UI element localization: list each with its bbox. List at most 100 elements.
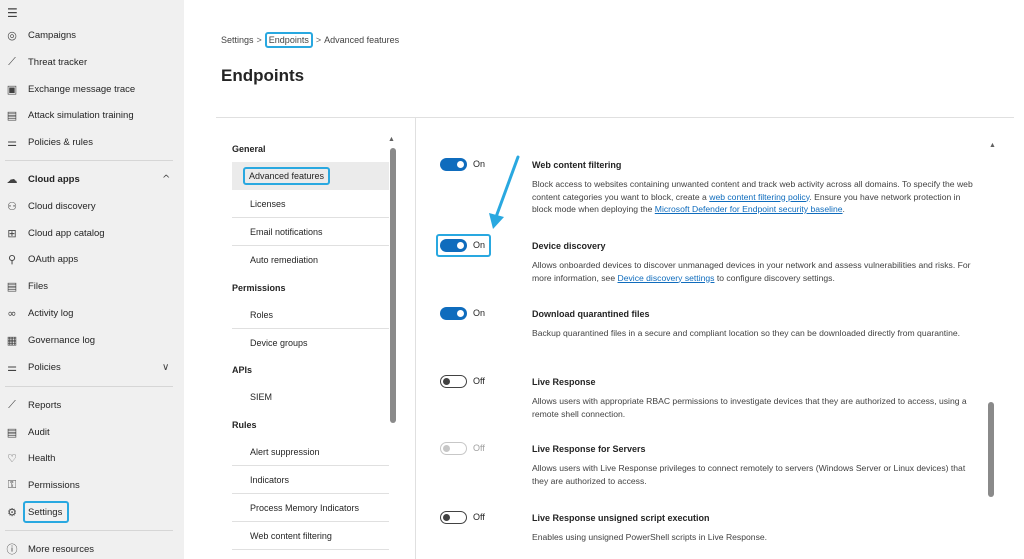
subnav-item-web-content-filtering[interactable]: Web content filtering xyxy=(232,522,389,550)
hamburger-icon[interactable]: ☰ xyxy=(7,6,18,20)
nav-item-label: Files xyxy=(28,280,49,292)
subnav-item-device-groups[interactable]: Device groups xyxy=(232,329,389,357)
nav-item-label: Policies & rules xyxy=(28,136,93,148)
subnav-item-label: Device groups xyxy=(250,338,308,348)
cloud-icon: ☁ xyxy=(6,172,18,186)
nav-item-policies-rules[interactable]: ⚌ Policies & rules xyxy=(0,132,184,152)
toggle-knob xyxy=(443,445,450,452)
subnav-item-process-memory-indicators[interactable]: Process Memory Indicators xyxy=(232,494,389,522)
download-quarantined-files-toggle[interactable] xyxy=(440,307,467,320)
desc-text: . xyxy=(842,204,845,214)
settings-highlight xyxy=(23,501,69,523)
feature-title: Device discovery xyxy=(532,241,606,251)
scroll-up-icon[interactable]: ▲ xyxy=(388,136,395,143)
nav-item-label: Policies xyxy=(28,361,61,373)
nav-item-label: More resources xyxy=(28,543,94,555)
subnav-section-apis: APIs xyxy=(232,365,253,375)
info-icon: ⓘ xyxy=(6,543,18,556)
settings-subnav: General Advanced features Licenses Email… xyxy=(216,118,416,559)
nav-item-label: Cloud app catalog xyxy=(28,227,105,239)
subnav-item-label: Auto remediation xyxy=(250,255,319,265)
toggle-state-label: On xyxy=(473,240,486,250)
breadcrumb: Settings > Endpoints > Advanced features xyxy=(221,32,399,48)
nav-item-label: Activity log xyxy=(28,307,74,319)
subnav-scrollbar[interactable] xyxy=(390,148,396,423)
subnav-item-licenses[interactable]: Licenses xyxy=(232,190,389,218)
nav-item-permissions[interactable]: ⚿ Permissions xyxy=(0,475,184,495)
subnav-item-label: Email notifications xyxy=(250,226,323,237)
nav-item-health[interactable]: ♡ Health xyxy=(0,448,184,468)
governance-icon: ▦ xyxy=(6,333,18,347)
live-response-toggle[interactable] xyxy=(440,375,467,388)
nav-item-label: Governance log xyxy=(28,334,96,346)
sliders-icon: ⚌ xyxy=(7,360,17,374)
nav-item-label: Reports xyxy=(28,399,62,411)
feature-title: Live Response for Servers xyxy=(532,444,646,454)
nav-item-cloud-app-catalog[interactable]: ⊞ Cloud app catalog xyxy=(0,223,184,243)
nav-item-audit[interactable]: ▤ Audit xyxy=(0,422,184,442)
toggle-knob xyxy=(457,161,464,168)
feature-description: Allows users with appropriate RBAC permi… xyxy=(532,396,967,419)
nav-item-attack-simulation-training[interactable]: ▤ Attack simulation training xyxy=(0,105,184,125)
toggle-state-label: Off xyxy=(473,376,485,386)
annotation-arrow-icon xyxy=(489,155,520,229)
device-discovery-settings-link[interactable]: Device discovery settings xyxy=(618,273,715,283)
nav-item-cloud-apps[interactable]: ☁ Cloud apps ^ xyxy=(0,169,184,189)
scroll-up-icon[interactable]: ▲ xyxy=(989,142,996,149)
glasses-icon: ∞ xyxy=(7,306,17,320)
subnav-item-auto-remediation[interactable]: Auto remediation xyxy=(232,246,389,274)
content-scrollbar[interactable] xyxy=(988,402,994,497)
live-response-servers-toggle xyxy=(440,442,467,455)
web-content-filtering-policy-link[interactable]: web content filtering policy xyxy=(709,192,809,202)
nav-item-exchange-message-trace[interactable]: ▣ Exchange message trace xyxy=(0,79,184,99)
live-response-unsigned-script-toggle[interactable] xyxy=(440,511,467,524)
subnav-item-advanced-features[interactable]: Advanced features xyxy=(232,162,389,190)
breadcrumb-settings[interactable]: Settings xyxy=(221,35,254,45)
nav-item-activity-log[interactable]: ∞ Activity log xyxy=(0,303,184,323)
chevron-down-icon[interactable]: ∨ xyxy=(162,362,169,373)
subnav-item-alert-suppression[interactable]: Alert suppression xyxy=(232,438,389,466)
binoculars-icon: ⚇ xyxy=(7,199,17,213)
simulation-icon: ▤ xyxy=(6,108,18,122)
breadcrumb-endpoints[interactable]: Endpoints xyxy=(264,32,313,48)
toggle-state-label: On xyxy=(473,308,486,318)
nav-divider xyxy=(5,160,173,161)
subnav-item-roles[interactable]: Roles xyxy=(232,301,389,329)
left-navigation: ☰ ◎ Campaigns ⟋ Threat tracker ▣ Exchang… xyxy=(0,0,184,559)
nav-item-reports[interactable]: ⟋ Reports xyxy=(0,395,184,415)
nav-item-governance-log[interactable]: ▦ Governance log xyxy=(0,330,184,350)
nav-item-cloud-discovery[interactable]: ⚇ Cloud discovery xyxy=(0,196,184,216)
subnav-item-indicators[interactable]: Indicators xyxy=(232,466,389,494)
subnav-section-rules: Rules xyxy=(232,420,257,430)
toggle-knob xyxy=(457,242,464,249)
nav-item-policies[interactable]: ⚌ Policies ∨ xyxy=(0,357,184,377)
toggle-knob xyxy=(443,378,450,385)
nav-item-label: Cloud discovery xyxy=(28,200,96,212)
nav-item-campaigns[interactable]: ◎ Campaigns xyxy=(0,25,184,45)
subnav-item-siem[interactable]: SIEM xyxy=(232,383,389,411)
subnav-item-label: Roles xyxy=(250,309,274,320)
chart-icon: ⟋ xyxy=(8,55,16,68)
device-discovery-toggle[interactable] xyxy=(440,239,467,252)
catalog-icon: ⊞ xyxy=(7,226,17,240)
nav-item-files[interactable]: ▤ Files xyxy=(0,276,184,296)
nav-item-label: Audit xyxy=(28,426,50,438)
nav-item-threat-tracker[interactable]: ⟋ Threat tracker xyxy=(0,52,184,72)
subnav-item-email-notifications[interactable]: Email notifications xyxy=(232,218,389,246)
chevron-up-icon[interactable]: ^ xyxy=(162,174,170,185)
web-content-filtering-toggle[interactable] xyxy=(440,158,467,171)
nav-item-more-resources[interactable]: ⓘ More resources xyxy=(0,539,184,559)
nav-item-label: Permissions xyxy=(28,479,80,491)
files-icon: ▤ xyxy=(6,279,18,293)
nav-item-label: OAuth apps xyxy=(28,253,79,265)
feature-description: Allows onboarded devices to discover unm… xyxy=(532,259,982,284)
nav-item-oauth-apps[interactable]: ⚲ OAuth apps xyxy=(0,249,184,269)
feature-title: Live Response xyxy=(532,377,596,387)
security-baseline-link[interactable]: Microsoft Defender for Endpoint security… xyxy=(655,204,843,214)
feature-description: Allows users with Live Response privileg… xyxy=(532,463,966,486)
feature-title: Live Response unsigned script execution xyxy=(532,513,710,523)
subnav-item-label: Web content filtering xyxy=(250,530,332,541)
subnav-section-permissions: Permissions xyxy=(232,283,286,293)
toggle-knob xyxy=(457,310,464,317)
audit-icon: ▤ xyxy=(6,425,18,439)
